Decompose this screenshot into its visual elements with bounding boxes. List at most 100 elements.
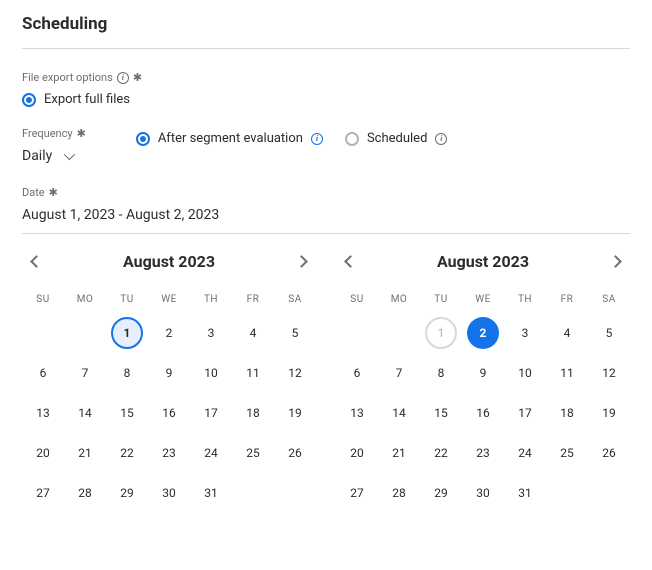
dow-header: SU [336,285,378,313]
calendar-day[interactable]: 27 [341,477,373,509]
dow-header: SA [274,285,316,313]
cal-title: August 2023 [437,252,529,271]
calendar-day[interactable]: 6 [341,357,373,389]
opt-scheduled[interactable]: Scheduled i [345,131,447,146]
prev-month-button[interactable] [344,255,357,268]
calendar-day[interactable]: 9 [467,357,499,389]
calendar-day[interactable]: 16 [153,397,185,429]
date-label-text: Date [22,186,45,199]
export-radio-row: Export full files [22,92,630,107]
dow-header: MO [64,285,106,313]
calendar-day[interactable]: 2 [467,317,499,349]
frequency-select[interactable]: Daily [22,148,86,164]
opt-after-eval[interactable]: After segment evaluation i [136,131,323,146]
calendar-day: 1 [425,317,457,349]
calendar-day[interactable]: 23 [467,437,499,469]
calendar-day[interactable]: 3 [509,317,541,349]
prev-month-button[interactable] [30,255,43,268]
calendar-day[interactable]: 17 [195,397,227,429]
calendar-day[interactable]: 26 [279,437,311,469]
chevron-down-icon [64,149,75,160]
calendar-day[interactable]: 12 [279,357,311,389]
calendar-start: August 2023 SUMOTUWETHFRSA12345678910111… [22,246,316,513]
info-icon[interactable]: i [435,133,447,145]
calendar-day[interactable]: 24 [195,437,227,469]
scheduled-radio[interactable] [345,132,359,146]
calendar-day[interactable]: 20 [27,437,59,469]
dow-header: TH [504,285,546,313]
calendar-day[interactable]: 30 [153,477,185,509]
calendar-day[interactable]: 18 [551,397,583,429]
calendar-day[interactable]: 15 [111,397,143,429]
calendar-day[interactable]: 25 [551,437,583,469]
calendar-day[interactable]: 13 [341,397,373,429]
calendar-day[interactable]: 16 [467,397,499,429]
calendar-day[interactable]: 30 [467,477,499,509]
calendar-day[interactable]: 8 [425,357,457,389]
calendar-day[interactable]: 7 [383,357,415,389]
calendar-day[interactable]: 22 [111,437,143,469]
calendar-day[interactable]: 24 [509,437,541,469]
calendar-day[interactable]: 31 [195,477,227,509]
calendars-container: August 2023 SUMOTUWETHFRSA12345678910111… [22,246,630,513]
next-month-button[interactable] [609,255,622,268]
calendar-day[interactable]: 17 [509,397,541,429]
frequency-left: Frequency ✱ Daily [22,127,86,164]
cal-header: August 2023 [336,246,630,285]
calendar-day[interactable]: 14 [69,397,101,429]
frequency-value: Daily [22,148,52,164]
calendar-day[interactable]: 5 [593,317,625,349]
calendar-day[interactable]: 10 [195,357,227,389]
calendar-day[interactable]: 22 [425,437,457,469]
next-month-button[interactable] [295,255,308,268]
export-label-text: File export options [22,71,113,84]
calendar-day[interactable]: 5 [279,317,311,349]
calendar-day[interactable]: 10 [509,357,541,389]
calendar-day[interactable]: 4 [237,317,269,349]
calendar-day[interactable]: 7 [69,357,101,389]
calendar-day[interactable]: 9 [153,357,185,389]
export-full-radio[interactable] [22,93,36,107]
calendar-day[interactable]: 6 [27,357,59,389]
calendar-day[interactable]: 19 [279,397,311,429]
frequency-label-text: Frequency [22,127,73,140]
dow-header: FR [546,285,588,313]
dow-header: TU [420,285,462,313]
info-icon[interactable]: i [117,72,129,84]
calendar-day[interactable]: 29 [425,477,457,509]
calendar-day[interactable]: 28 [383,477,415,509]
calendar-day[interactable]: 21 [383,437,415,469]
calendar-day[interactable]: 27 [27,477,59,509]
calendar-day[interactable]: 26 [593,437,625,469]
calendar-day[interactable]: 8 [111,357,143,389]
calendar-day[interactable]: 21 [69,437,101,469]
info-icon[interactable]: i [311,133,323,145]
dow-header: SA [588,285,630,313]
calendar-day[interactable]: 31 [509,477,541,509]
dow-header: TU [106,285,148,313]
calendar-day[interactable]: 19 [593,397,625,429]
calendar-day[interactable]: 25 [237,437,269,469]
calendar-day[interactable]: 18 [237,397,269,429]
calendar-day[interactable]: 11 [551,357,583,389]
dow-header: SU [22,285,64,313]
calendar-day[interactable]: 14 [383,397,415,429]
divider-bottom [22,233,630,234]
calendar-day[interactable]: 3 [195,317,227,349]
calendar-day[interactable]: 15 [425,397,457,429]
calendar-day[interactable]: 29 [111,477,143,509]
calendar-day[interactable]: 12 [593,357,625,389]
calendar-day[interactable]: 4 [551,317,583,349]
after-eval-radio[interactable] [136,132,150,146]
calendar-day[interactable]: 11 [237,357,269,389]
calendar-day[interactable]: 28 [69,477,101,509]
date-range-display[interactable]: August 1, 2023 - August 2, 2023 [22,207,630,223]
calendar-day[interactable]: 13 [27,397,59,429]
calendar-day[interactable]: 2 [153,317,185,349]
calendar-end: August 2023 SUMOTUWETHFRSA12345678910111… [336,246,630,513]
scheduled-label: Scheduled [367,131,427,146]
calendar-day[interactable]: 1 [111,317,143,349]
required-asterisk: ✱ [77,127,86,140]
calendar-day[interactable]: 23 [153,437,185,469]
calendar-day[interactable]: 20 [341,437,373,469]
